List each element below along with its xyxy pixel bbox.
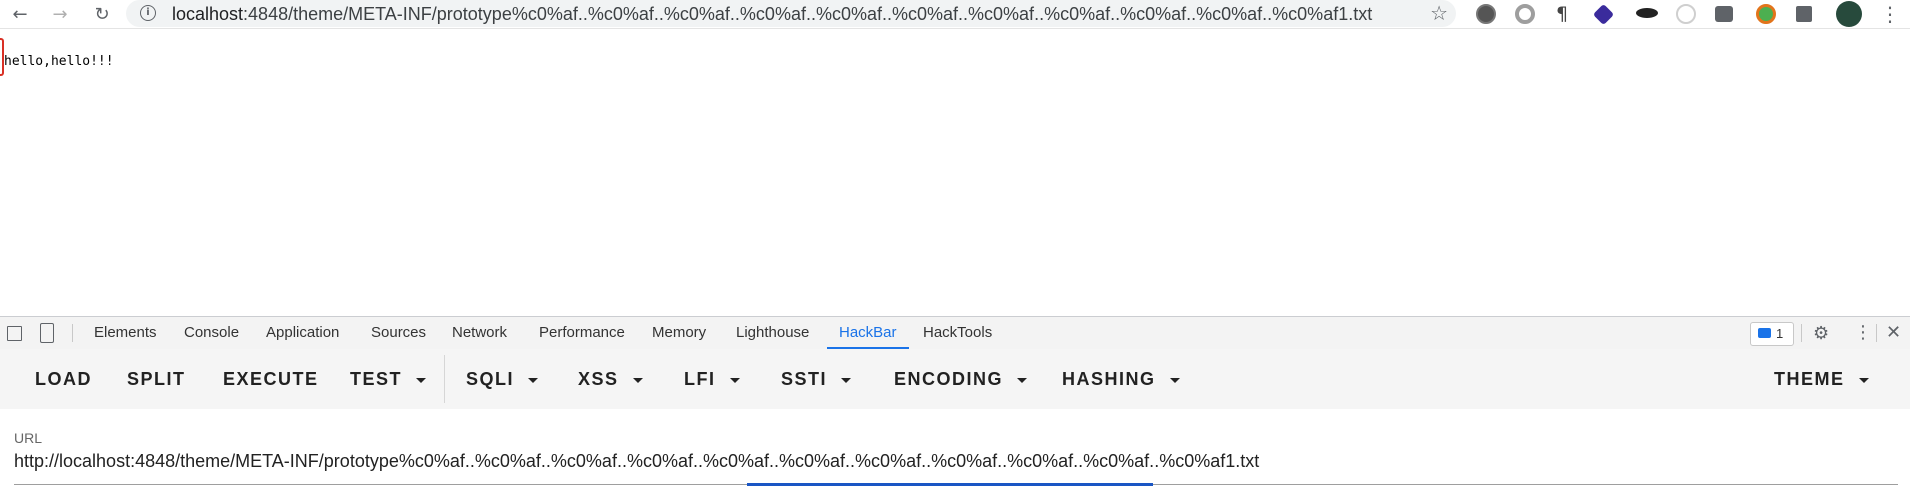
site-info-icon[interactable]: i — [140, 5, 156, 21]
test-dropdown[interactable]: TEST — [350, 349, 427, 409]
page-body-text: hello,hello!!! — [4, 54, 114, 69]
tab-hackbar[interactable]: HackBar — [827, 317, 908, 349]
address-path: :4848/theme/META-INF/prototype%c0%af..%c… — [243, 4, 1373, 24]
tab-separator — [1801, 324, 1802, 342]
puzzle-icon[interactable] — [1796, 6, 1812, 22]
close-devtools-icon[interactable]: ✕ — [1886, 322, 1901, 343]
chevron-down-icon — [632, 377, 643, 383]
tab-elements[interactable]: Elements — [94, 317, 157, 349]
menu-divider — [444, 355, 445, 403]
device-toolbar-icon[interactable] — [40, 323, 54, 343]
sync-extension-icon[interactable] — [1756, 4, 1776, 24]
chevron-down-icon — [528, 377, 539, 383]
tab-application[interactable]: Application — [266, 317, 339, 349]
execute-button-label: EXECUTE — [223, 369, 319, 389]
url-field-focus-bar — [747, 483, 1153, 486]
issues-count: 1 — [1776, 326, 1784, 341]
lfi-dropdown[interactable]: LFI — [684, 349, 740, 409]
tab-memory[interactable]: Memory — [652, 317, 706, 349]
hashing-dropdown[interactable]: HASHING — [1062, 349, 1180, 409]
chevron-down-icon — [416, 377, 427, 383]
diamond-extension-icon[interactable] — [1592, 3, 1615, 26]
inspect-element-icon[interactable] — [7, 326, 22, 341]
tab-separator — [1876, 324, 1877, 342]
pilcrow-extension-icon[interactable]: ¶ — [1556, 4, 1576, 24]
tab-separator — [72, 324, 73, 342]
lfi-dropdown-label: LFI — [684, 369, 716, 389]
sqli-dropdown-label: SQLI — [466, 369, 515, 389]
load-button[interactable]: LOAD — [35, 349, 92, 409]
devtools-tab-strip: Elements Console Application Sources Net… — [0, 316, 1910, 350]
theme-dropdown-label: THEME — [1774, 369, 1845, 389]
back-arrow-icon[interactable]: ← — [6, 0, 34, 28]
tab-sources[interactable]: Sources — [371, 317, 426, 349]
address-host: localhost — [172, 4, 244, 24]
tab-lighthouse[interactable]: Lighthouse — [736, 317, 809, 349]
split-button[interactable]: SPLIT — [127, 349, 186, 409]
browser-toolbar: ← → ↻ i localhost:4848/theme/META-INF/pr… — [0, 0, 1910, 29]
encoding-dropdown-label: ENCODING — [894, 369, 1004, 389]
tab-network[interactable]: Network — [452, 317, 507, 349]
bookmark-star-icon[interactable]: ☆ — [1430, 1, 1448, 25]
hashing-dropdown-label: HASHING — [1062, 369, 1156, 389]
profile-avatar[interactable] — [1836, 1, 1862, 27]
chevron-down-icon — [1858, 377, 1869, 383]
url-field-label: URL — [14, 430, 43, 446]
load-button-label: LOAD — [35, 369, 92, 389]
hat-extension-icon[interactable] — [1636, 8, 1658, 18]
more-vert-icon[interactable]: ⋮ — [1880, 4, 1900, 24]
ssti-dropdown-label: SSTI — [781, 369, 828, 389]
chevron-down-icon — [1169, 377, 1180, 383]
gear-extension-icon[interactable] — [1476, 4, 1496, 24]
hackbar-menu: LOAD SPLIT EXECUTE TEST SQLI XSS LFI SST… — [0, 349, 1910, 409]
tab-hacktools[interactable]: HackTools — [923, 317, 992, 349]
execute-button[interactable]: EXECUTE — [223, 349, 319, 409]
theme-dropdown[interactable]: THEME — [1774, 349, 1869, 409]
chevron-down-icon — [729, 377, 740, 383]
circle-extension-icon[interactable] — [1515, 4, 1535, 24]
xss-dropdown-label: XSS — [578, 369, 619, 389]
url-textarea[interactable]: http://localhost:4848/theme/META-INF/pro… — [14, 451, 1259, 472]
tab-performance[interactable]: Performance — [539, 317, 625, 349]
test-dropdown-label: TEST — [350, 369, 403, 389]
forward-arrow-icon[interactable]: → — [46, 0, 74, 28]
tab-console[interactable]: Console — [184, 317, 239, 349]
encoding-dropdown[interactable]: ENCODING — [894, 349, 1028, 409]
ssti-dropdown[interactable]: SSTI — [781, 349, 852, 409]
sqli-dropdown[interactable]: SQLI — [466, 349, 539, 409]
chevron-down-icon — [1017, 377, 1028, 383]
address-bar[interactable]: i localhost:4848/theme/META-INF/prototyp… — [126, 0, 1456, 27]
tabs-extension-icon[interactable] — [1715, 6, 1733, 22]
settings-gear-icon[interactable]: ⚙ — [1813, 323, 1829, 344]
address-text[interactable]: localhost:4848/theme/META-INF/prototype%… — [172, 4, 1372, 25]
split-button-label: SPLIT — [127, 369, 186, 389]
chevron-down-icon — [841, 377, 852, 383]
issues-badge[interactable]: 1 — [1750, 322, 1794, 346]
reload-icon[interactable]: ↻ — [88, 0, 116, 28]
xss-dropdown[interactable]: XSS — [578, 349, 643, 409]
message-icon — [1758, 328, 1771, 338]
devtools-more-icon[interactable]: ⋮ — [1854, 322, 1872, 343]
globe-extension-icon[interactable] — [1676, 4, 1696, 24]
